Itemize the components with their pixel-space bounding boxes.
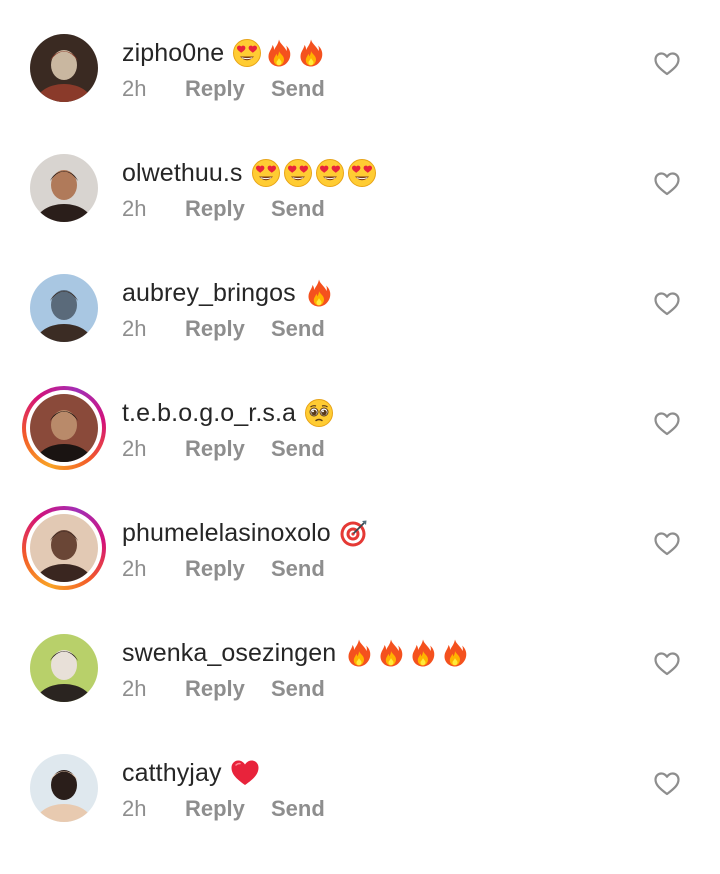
like-heart-icon[interactable] [654, 172, 680, 196]
username[interactable]: aubrey_bringos [122, 279, 296, 308]
fire-emoji-icon [408, 638, 438, 668]
avatar-button[interactable] [30, 634, 98, 702]
fire-emoji-icon [344, 638, 374, 668]
fire-emoji-icon [376, 638, 406, 668]
comment-emojis [304, 278, 334, 308]
like-heart-icon[interactable] [654, 412, 680, 436]
comment-emojis [339, 518, 369, 548]
like-heart-icon[interactable] [654, 532, 680, 556]
timestamp: 2h [122, 76, 147, 101]
timestamp: 2h [122, 676, 147, 701]
comment-emojis [230, 758, 260, 788]
comment-text: olwethuu.s [122, 154, 377, 192]
pleading-emoji-icon [304, 398, 334, 428]
comment-emojis [344, 638, 470, 668]
comment-text: swenka_osezingen [122, 634, 470, 672]
timestamp: 2h [122, 556, 147, 581]
username[interactable]: t.e.b.o.g.o_r.s.a [122, 399, 296, 428]
comment-list: zipho0ne 2h Reply Send olwethuu.s 2h Rep… [0, 0, 720, 863]
username[interactable]: olwethuu.s [122, 159, 243, 188]
avatar [30, 274, 98, 342]
comment-emojis [251, 158, 377, 188]
comment-meta: 2h Reply Send [122, 194, 325, 224]
comment-row-2: olwethuu.s 2h Reply Send [0, 154, 720, 274]
comment-text: catthyjay [122, 754, 260, 792]
timestamp: 2h [122, 796, 147, 821]
send-button[interactable]: Send [271, 676, 325, 702]
comment-meta: 2h Reply Send [122, 74, 325, 104]
target-emoji-icon [339, 518, 369, 548]
send-button[interactable]: Send [271, 796, 325, 822]
comment-meta: 2h Reply Send [122, 554, 325, 584]
avatar-button[interactable] [22, 386, 106, 470]
send-button[interactable]: Send [271, 76, 325, 102]
username[interactable]: zipho0ne [122, 39, 224, 68]
comment-row-7: catthyjay 2h Reply Send [0, 754, 720, 874]
comment-text: aubrey_bringos [122, 274, 334, 312]
comment-emojis [304, 398, 334, 428]
timestamp: 2h [122, 316, 147, 341]
reply-button[interactable]: Reply [185, 76, 271, 102]
comment-text: zipho0ne [122, 34, 326, 72]
reply-button[interactable]: Reply [185, 196, 271, 222]
fire-emoji-icon [440, 638, 470, 668]
send-button[interactable]: Send [271, 556, 325, 582]
avatar [30, 634, 98, 702]
send-button[interactable]: Send [271, 436, 325, 462]
comment-meta: 2h Reply Send [122, 434, 325, 464]
comment-row-4: t.e.b.o.g.o_r.s.a 2h Reply Send [0, 386, 720, 514]
timestamp: 2h [122, 196, 147, 221]
avatar [30, 34, 98, 102]
comment-row-6: swenka_osezingen 2h Reply Send [0, 634, 720, 754]
like-heart-icon[interactable] [654, 652, 680, 676]
username[interactable]: catthyjay [122, 759, 222, 788]
username[interactable]: swenka_osezingen [122, 639, 336, 668]
fire-emoji-icon [296, 38, 326, 68]
avatar-button[interactable] [30, 754, 98, 822]
comment-row-5: phumelelasinoxolo 2h Reply Send [0, 506, 720, 634]
avatar-button[interactable] [30, 274, 98, 342]
avatar [30, 514, 98, 582]
reply-button[interactable]: Reply [185, 436, 271, 462]
comment-row-3: aubrey_bringos 2h Reply Send [0, 274, 720, 394]
reply-button[interactable]: Reply [185, 556, 271, 582]
avatar [30, 394, 98, 462]
comment-text: phumelelasinoxolo [122, 514, 369, 552]
comment-row-1: zipho0ne 2h Reply Send [0, 34, 720, 154]
reply-button[interactable]: Reply [185, 316, 271, 342]
like-heart-icon[interactable] [654, 772, 680, 796]
send-button[interactable]: Send [271, 196, 325, 222]
comment-meta: 2h Reply Send [122, 794, 325, 824]
heart-eyes-emoji-icon [283, 158, 313, 188]
heart-eyes-emoji-icon [232, 38, 262, 68]
like-heart-icon[interactable] [654, 292, 680, 316]
reply-button[interactable]: Reply [185, 796, 271, 822]
comment-text: t.e.b.o.g.o_r.s.a [122, 394, 334, 432]
timestamp: 2h [122, 436, 147, 461]
username[interactable]: phumelelasinoxolo [122, 519, 331, 548]
like-heart-icon[interactable] [654, 52, 680, 76]
avatar-button[interactable] [30, 154, 98, 222]
comment-meta: 2h Reply Send [122, 314, 325, 344]
comment-emojis [232, 38, 326, 68]
avatar-button[interactable] [30, 34, 98, 102]
comment-meta: 2h Reply Send [122, 674, 325, 704]
heart-eyes-emoji-icon [251, 158, 281, 188]
avatar [30, 754, 98, 822]
avatar-button[interactable] [22, 506, 106, 590]
heart-eyes-emoji-icon [347, 158, 377, 188]
fire-emoji-icon [264, 38, 294, 68]
avatar [30, 154, 98, 222]
heart-eyes-emoji-icon [315, 158, 345, 188]
reply-button[interactable]: Reply [185, 676, 271, 702]
fire-emoji-icon [304, 278, 334, 308]
send-button[interactable]: Send [271, 316, 325, 342]
red-heart-emoji-icon [230, 758, 260, 788]
